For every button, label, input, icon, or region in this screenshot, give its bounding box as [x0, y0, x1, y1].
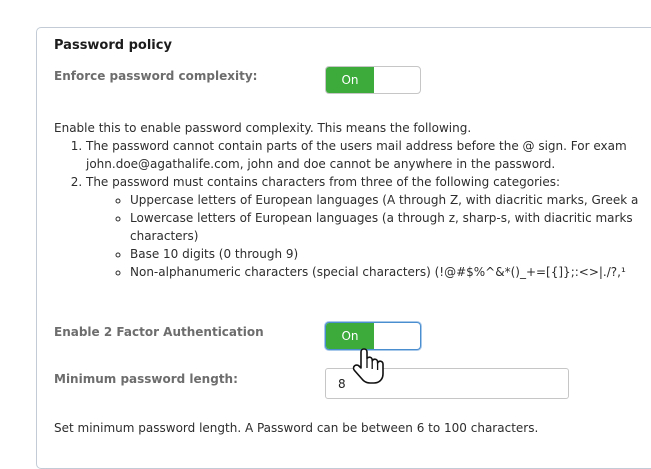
rule-text: The password must contains characters fr…	[86, 175, 561, 189]
category-item: Non-alphanumeric characters (special cha…	[130, 263, 651, 281]
complexity-rules-list: The password cannot contain parts of the…	[54, 137, 651, 281]
toggle-on-label: On	[326, 323, 374, 349]
rule-text-continuation: john.doe@agathalife.com, john and doe ca…	[86, 157, 556, 171]
enforce-complexity-label: Enforce password complexity:	[54, 69, 258, 83]
two-factor-toggle[interactable]: On	[325, 322, 421, 350]
complexity-intro-text: Enable this to enable password complexit…	[54, 121, 472, 135]
category-item: Base 10 digits (0 through 9)	[130, 245, 651, 263]
two-factor-label: Enable 2 Factor Authentication	[54, 325, 264, 339]
rule-item: The password cannot contain parts of the…	[86, 137, 651, 173]
categories-list: Uppercase letters of European languages …	[86, 191, 651, 281]
min-length-label: Minimum password length:	[54, 372, 238, 386]
rule-text: The password cannot contain parts of the…	[86, 139, 627, 153]
min-length-description: Set minimum password length. A Password …	[54, 421, 539, 435]
hand-pointer-icon	[352, 348, 384, 384]
category-item: Uppercase letters of European languages …	[130, 191, 651, 209]
category-item: Lowercase letters of European languages …	[130, 209, 651, 245]
enforce-complexity-toggle[interactable]: On	[325, 66, 421, 94]
complexity-description: Enable this to enable password complexit…	[54, 119, 651, 281]
category-text: Lowercase letters of European languages …	[130, 211, 633, 225]
toggle-on-label: On	[326, 67, 374, 93]
section-title: Password policy	[54, 38, 172, 53]
rule-item: The password must contains characters fr…	[86, 173, 651, 281]
category-text-continuation: characters)	[130, 229, 199, 243]
